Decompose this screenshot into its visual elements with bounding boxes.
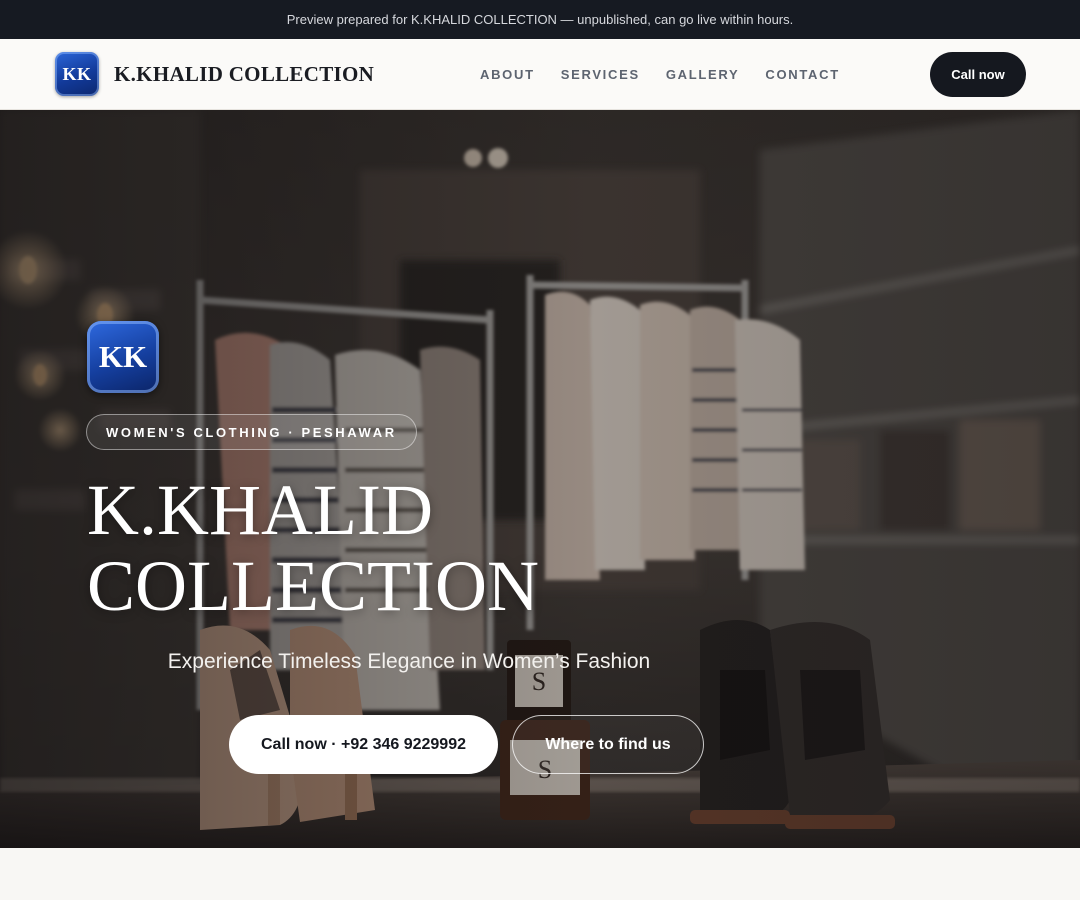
call-now-button[interactable]: Call now · +92 346 9229992	[229, 715, 498, 774]
hero-category-badge: WOMEN'S CLOTHING · PESHAWAR	[86, 414, 417, 450]
brand-name[interactable]: K.KHALID COLLECTION	[114, 62, 374, 87]
brand-logo-text: KK	[62, 63, 92, 84]
nav-link-about[interactable]: ABOUT	[480, 67, 535, 82]
main-nav: ABOUT SERVICES GALLERY CONTACT	[480, 39, 840, 109]
site-header: KK K.KHALID COLLECTION ABOUT SERVICES GA…	[0, 39, 1080, 110]
hero-category-text: WOMEN'S CLOTHING · PESHAWAR	[106, 424, 397, 440]
nav-link-services[interactable]: SERVICES	[561, 67, 640, 82]
preview-banner-text: Preview prepared for K.KHALID COLLECTION…	[286, 12, 794, 27]
find-us-button[interactable]: Where to find us	[512, 715, 704, 774]
nav-link-gallery[interactable]: GALLERY	[666, 67, 740, 82]
hero-logo-text: KK	[98, 339, 148, 374]
nav-link-contact[interactable]: CONTACT	[765, 67, 839, 82]
hero-subtitle: Experience Timeless Elegance in Women’s …	[167, 650, 651, 673]
header-call-now-button[interactable]: Call now	[930, 52, 1026, 97]
hero-title: K.KHALID COLLECTION	[87, 472, 787, 624]
hero-section: S S KK WOMEN'S CLOTHING · PESHAWAR K.KHA…	[0, 110, 1080, 848]
hero-title-line2: COLLECTION	[87, 546, 539, 626]
preview-banner: Preview prepared for K.KHALID COLLECTION…	[0, 0, 1080, 39]
brand-logo[interactable]: KK	[55, 52, 99, 96]
hero-logo: KK	[87, 321, 159, 393]
hero-title-line1: K.KHALID	[87, 470, 433, 550]
